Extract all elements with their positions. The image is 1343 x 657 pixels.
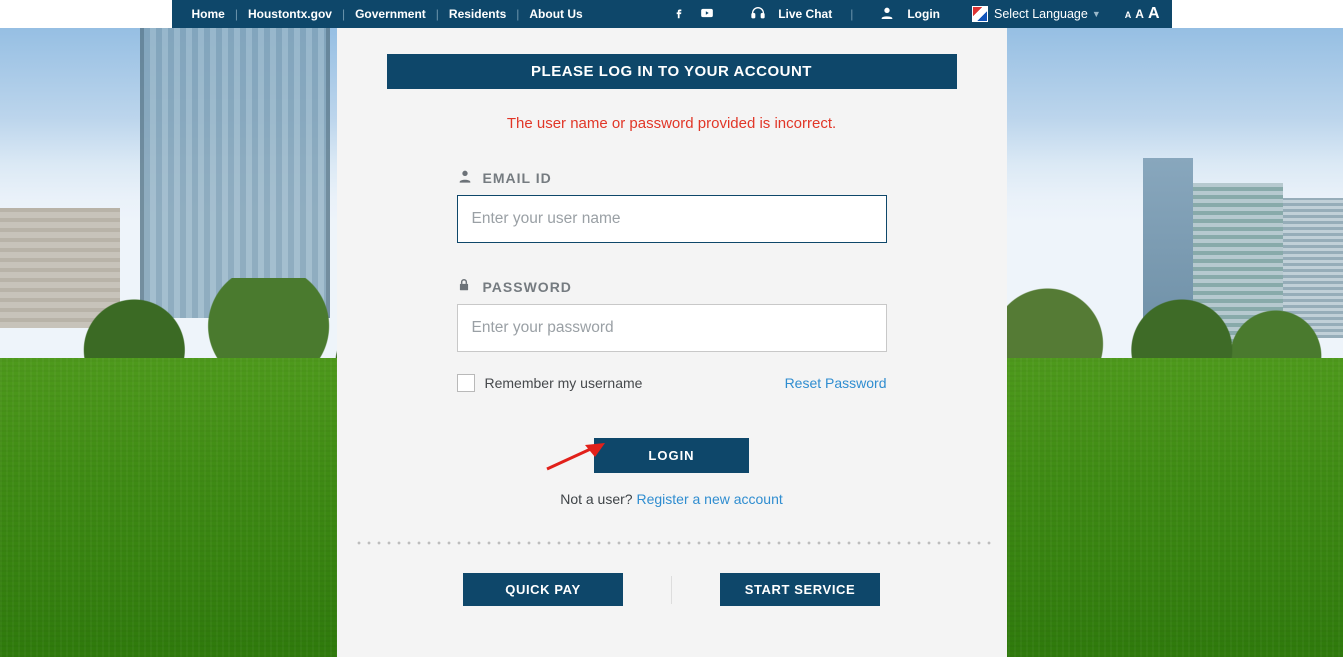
remember-checkbox[interactable] (457, 374, 475, 392)
start-service-button[interactable]: START SERVICE (720, 573, 880, 606)
divider (351, 541, 993, 545)
login-form: EMAIL ID PASSWORD Remember my username R… (457, 168, 887, 507)
quick-pay-button[interactable]: QUICK PAY (463, 573, 623, 606)
headset-icon[interactable] (750, 5, 766, 24)
flag-icon (972, 6, 988, 22)
nav-livechat[interactable]: Live Chat (778, 7, 832, 21)
login-header: PLEASE LOG IN TO YOUR ACCOUNT (387, 54, 957, 89)
nav-houstontx[interactable]: Houstontx.gov (248, 7, 332, 21)
reset-password-link[interactable]: Reset Password (785, 375, 887, 391)
footer-actions: QUICK PAY START SERVICE (387, 573, 957, 606)
password-input[interactable] (457, 304, 887, 352)
text-size-medium[interactable]: A (1135, 7, 1144, 21)
email-input[interactable] (457, 195, 887, 243)
register-prompt: Not a user? Register a new account (457, 491, 887, 507)
nav-login[interactable]: Login (907, 7, 940, 21)
login-button[interactable]: LOGIN (594, 438, 748, 473)
facebook-icon[interactable] (672, 6, 686, 23)
text-size-controls: A A A (1125, 5, 1160, 23)
text-size-large[interactable]: A (1148, 5, 1160, 23)
youtube-icon[interactable] (698, 6, 716, 23)
user-icon (879, 5, 895, 24)
login-error-message: The user name or password provided is in… (387, 115, 957, 132)
chevron-down-icon: ▼ (1092, 9, 1101, 19)
nav-residents[interactable]: Residents (449, 7, 506, 21)
lock-icon (457, 277, 477, 296)
nav-about[interactable]: About Us (529, 7, 582, 21)
email-label: EMAIL ID (457, 168, 887, 187)
primary-nav: Home| Houstontx.gov| Government| Residen… (180, 7, 583, 21)
remember-username-label[interactable]: Remember my username (457, 374, 643, 392)
nav-home[interactable]: Home (192, 7, 225, 21)
register-link[interactable]: Register a new account (636, 491, 782, 507)
password-label: PASSWORD (457, 277, 887, 296)
language-label: Select Language (994, 7, 1088, 21)
nav-government[interactable]: Government (355, 7, 426, 21)
login-card: PLEASE LOG IN TO YOUR ACCOUNT The user n… (337, 28, 1007, 657)
person-icon (457, 168, 477, 187)
top-nav: Home| Houstontx.gov| Government| Residen… (172, 0, 1172, 28)
language-selector[interactable]: Select Language ▼ (972, 6, 1101, 22)
text-size-small[interactable]: A (1125, 10, 1132, 20)
